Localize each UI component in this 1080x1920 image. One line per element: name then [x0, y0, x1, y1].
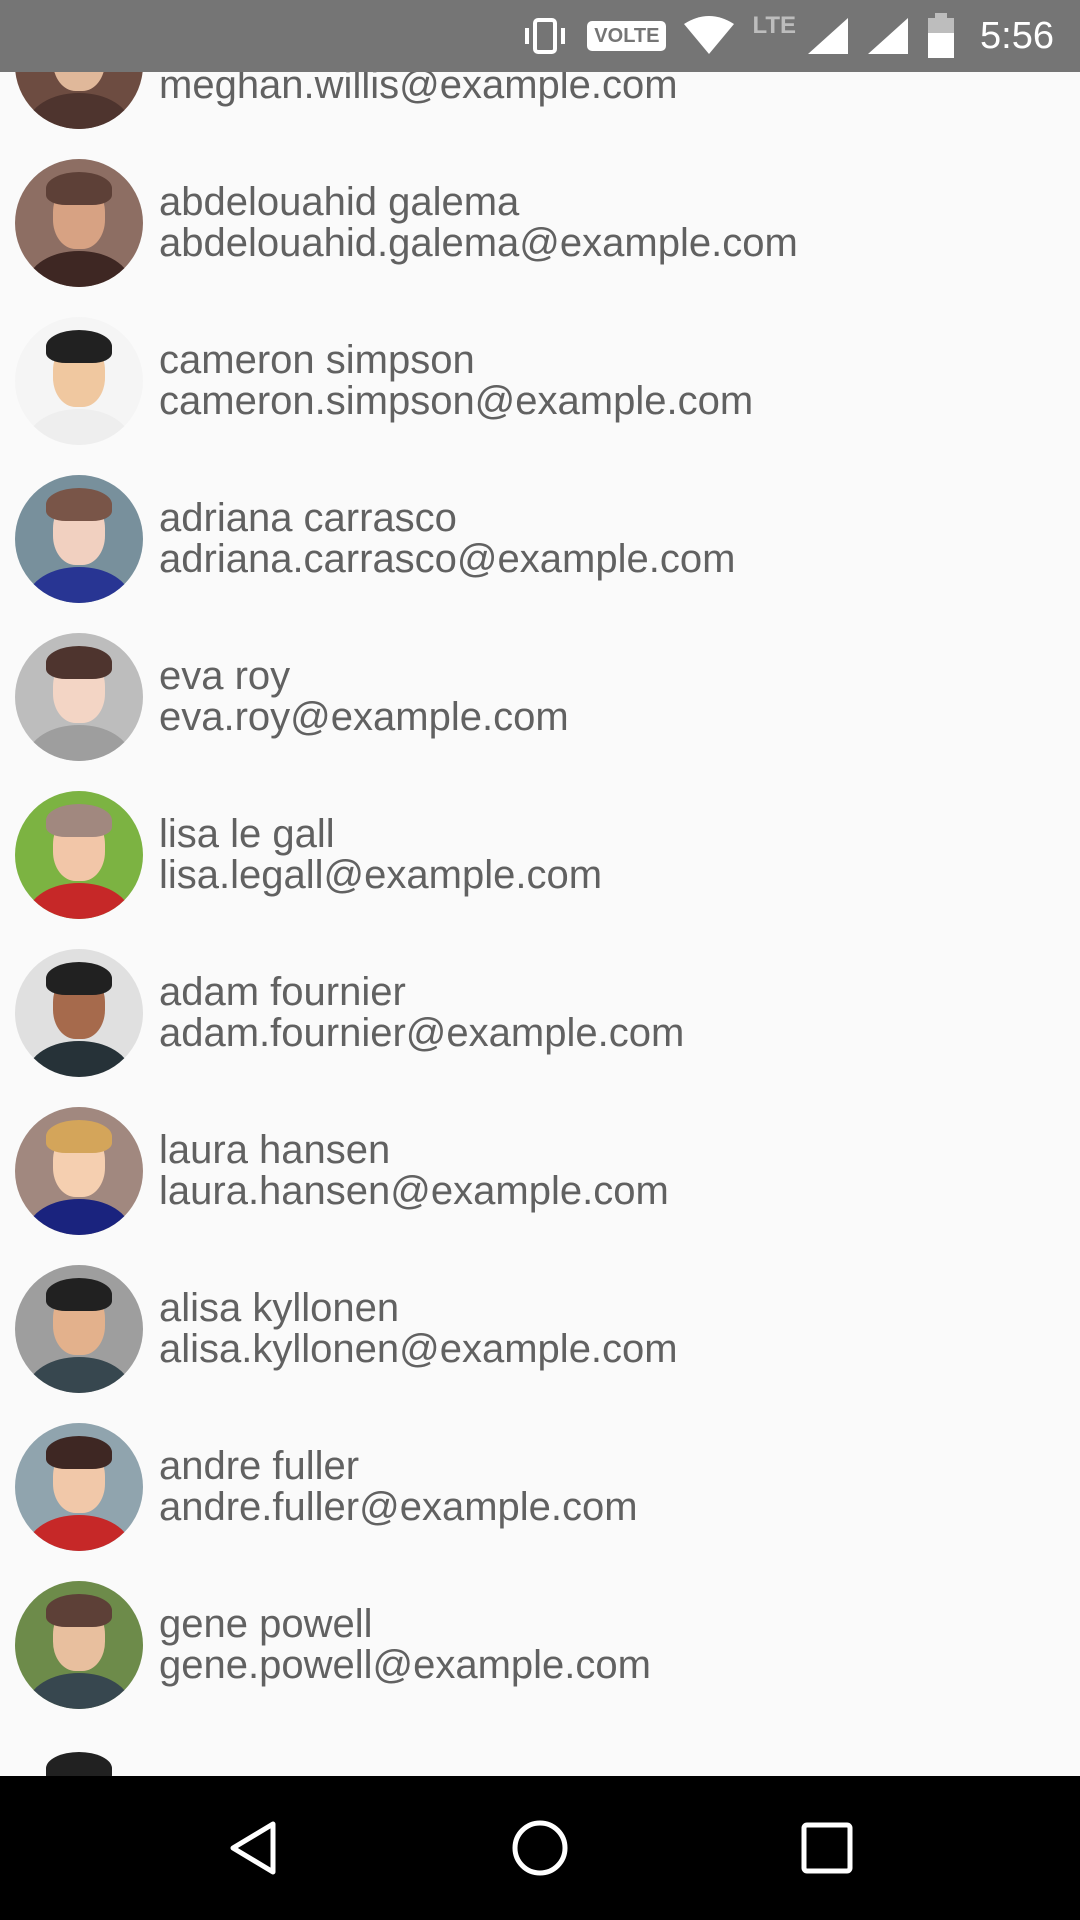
contact-list-item[interactable]: adam fournier adam.fournier@example.com: [0, 934, 1080, 1092]
home-icon: [512, 1820, 568, 1876]
contact-name: lisa le gall: [159, 812, 335, 856]
contact-list-item[interactable]: lisa le gall lisa.legall@example.com: [0, 776, 1080, 934]
contact-avatar: [15, 1423, 143, 1551]
contact-avatar: [15, 1581, 143, 1709]
contact-email: laura.hansen@example.com: [159, 1169, 669, 1213]
status-bar: VOLTE LTE 5:56: [0, 0, 1080, 72]
contact-email: eva.roy@example.com: [159, 695, 569, 739]
contact-email: adriana.carrasco@example.com: [159, 537, 736, 581]
contact-email: alisa.kyllonen@example.com: [159, 1327, 678, 1371]
avatar-hair-shape: [45, 1593, 113, 1628]
contact-avatar: [15, 317, 143, 445]
contact-text: meghan willismeghan.willis@example.com: [159, 72, 678, 106]
contact-name: adam fournier: [159, 970, 406, 1014]
contact-list-item[interactable]: andre fuller andre.fuller@example.com: [0, 1408, 1080, 1566]
contact-list-item[interactable]: cameron simpson cameron.simpson@example.c…: [0, 302, 1080, 460]
avatar-body-shape: [27, 725, 131, 761]
back-button[interactable]: [203, 1798, 303, 1898]
contact-text: eva roy eva.roy@example.com: [159, 656, 569, 738]
contact-list-item[interactable]: [0, 1724, 1080, 1776]
lte-signal-icon: [806, 16, 850, 56]
avatar-body-shape: [27, 93, 131, 129]
contact-list-item[interactable]: alisa kyllonen alisa.kyllonen@example.com: [0, 1250, 1080, 1408]
contact-name: alisa kyllonen: [159, 1286, 400, 1330]
volte-icon: VOLTE: [587, 21, 667, 51]
contact-avatar: [15, 1107, 143, 1235]
vibrate-icon: [519, 16, 571, 56]
avatar-hair-shape: [45, 1751, 113, 1776]
contact-list-item[interactable]: adriana carrasco adriana.carrasco@example…: [0, 460, 1080, 618]
contact-text: laura hansen laura.hansen@example.com: [159, 1130, 669, 1212]
avatar-hair-shape: [45, 1435, 113, 1470]
avatar-hair-shape: [45, 961, 113, 996]
contact-avatar: [15, 72, 143, 129]
contact-avatar: [15, 949, 143, 1077]
contact-name: cameron simpson: [159, 338, 475, 382]
contact-text: adam fournier adam.fournier@example.com: [159, 972, 684, 1054]
avatar-hair-shape: [45, 803, 113, 838]
contact-text: abdelouahid galema abdelouahid.galema@exa…: [159, 182, 798, 264]
avatar-hair-shape: [45, 487, 113, 522]
avatar-body-shape: [27, 1515, 131, 1551]
navigation-bar: [0, 1776, 1080, 1920]
back-icon: [230, 1821, 276, 1875]
contact-avatar: [15, 791, 143, 919]
avatar-hair-shape: [45, 645, 113, 680]
avatar-hair-shape: [45, 171, 113, 206]
lte-label: LTE: [752, 12, 797, 39]
contact-text: cameron simpson cameron.simpson@example.c…: [159, 340, 753, 422]
contact-name: eva roy: [159, 654, 291, 698]
battery-icon: [926, 13, 956, 59]
contact-name: laura hansen: [159, 1128, 391, 1172]
avatar-face-shape: [53, 72, 105, 91]
contact-name: adriana carrasco: [159, 496, 457, 540]
avatar-body-shape: [27, 567, 131, 603]
home-button[interactable]: [490, 1798, 590, 1898]
contact-list-item[interactable]: laura hansen laura.hansen@example.com: [0, 1092, 1080, 1250]
contact-list-content: meghan willismeghan.willis@example.com ab…: [0, 72, 1080, 1776]
contact-list-item[interactable]: eva roy eva.roy@example.com: [0, 618, 1080, 776]
status-clock: 5:56: [980, 14, 1054, 57]
contact-email: adam.fournier@example.com: [159, 1011, 685, 1055]
recents-button[interactable]: [777, 1798, 877, 1898]
avatar-hair-shape: [45, 1119, 113, 1154]
wifi-icon: [682, 16, 736, 56]
avatar-body-shape: [27, 1357, 131, 1393]
avatar-body-shape: [27, 251, 131, 287]
avatar-body-shape: [27, 1199, 131, 1235]
contact-text: adriana carrasco adriana.carrasco@example…: [159, 498, 735, 580]
contact-avatar: [15, 159, 143, 287]
contact-name: gene powell: [159, 1602, 373, 1646]
avatar-body-shape: [27, 883, 131, 919]
avatar-body-shape: [27, 1673, 131, 1709]
contact-text: alisa kyllonen alisa.kyllonen@example.com: [159, 1288, 678, 1370]
contact-name: abdelouahid galema: [159, 180, 520, 224]
contact-list-item[interactable]: gene powell gene.powell@example.com: [0, 1566, 1080, 1724]
contact-list[interactable]: meghan willismeghan.willis@example.com ab…: [0, 72, 1080, 1776]
contact-email: gene.powell@example.com: [159, 1643, 651, 1687]
contact-name: andre fuller: [159, 1444, 360, 1488]
contact-text: andre fuller andre.fuller@example.com: [159, 1446, 638, 1528]
contact-avatar: [15, 633, 143, 761]
contact-text: gene powell gene.powell@example.com: [159, 1604, 651, 1686]
contact-avatar: [15, 475, 143, 603]
avatar-body-shape: [27, 409, 131, 445]
contact-email: andre.fuller@example.com: [159, 1485, 638, 1529]
contact-avatar: [15, 1265, 143, 1393]
avatar-hair-shape: [45, 329, 113, 364]
contact-email: abdelouahid.galema@example.com: [159, 221, 798, 265]
contact-email: cameron.simpson@example.com: [159, 379, 754, 423]
contact-email: lisa.legall@example.com: [159, 853, 603, 897]
contact-text: lisa le gall lisa.legall@example.com: [159, 814, 602, 896]
contact-avatar: [15, 1739, 143, 1776]
recents-icon: [801, 1822, 853, 1874]
contact-list-item[interactable]: abdelouahid galema abdelouahid.galema@exa…: [0, 144, 1080, 302]
contact-list-item[interactable]: meghan willismeghan.willis@example.com: [0, 72, 1080, 144]
avatar-hair-shape: [45, 1277, 113, 1312]
contact-email: meghan.willis@example.com: [159, 72, 678, 107]
signal-icon: [866, 16, 910, 56]
avatar-body-shape: [27, 1041, 131, 1077]
